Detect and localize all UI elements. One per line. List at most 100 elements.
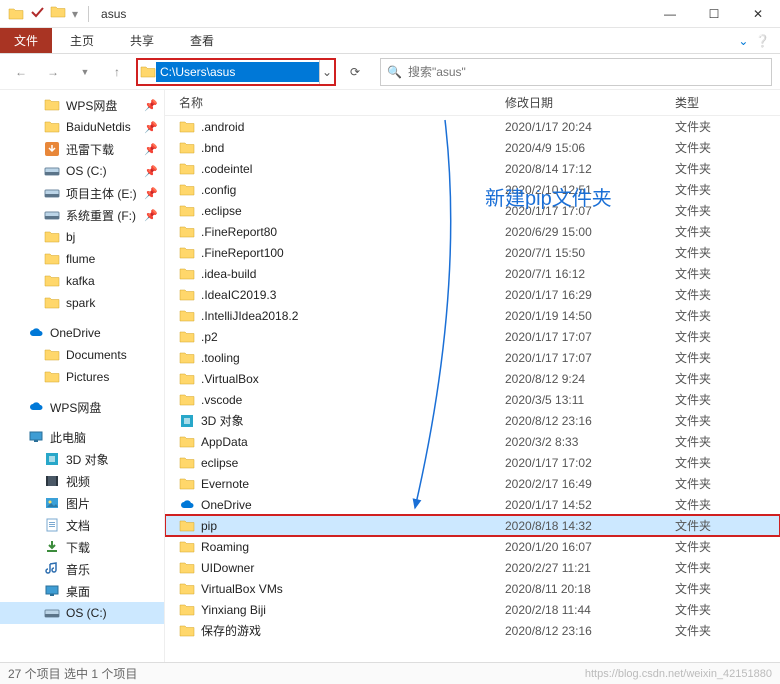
tab-share[interactable]: 共享 — [112, 28, 172, 53]
file-type: 文件夹 — [675, 412, 780, 429]
address-chevron-icon[interactable]: ⌄ — [319, 60, 334, 84]
minimize-button[interactable]: — — [648, 0, 692, 28]
file-date: 2020/8/18 14:32 — [505, 519, 675, 533]
sidebar-pc-item[interactable]: 3D 对象 — [0, 448, 164, 470]
ribbon-help-icon[interactable]: ⌄ ❔ — [728, 28, 780, 53]
pin-icon: 📌 — [144, 209, 158, 222]
qat-check-icon[interactable] — [30, 5, 44, 22]
refresh-button[interactable]: ⟳ — [342, 59, 368, 85]
col-name[interactable]: 名称 — [175, 94, 505, 111]
folder-icon — [44, 119, 60, 135]
file-row[interactable]: .IntelliJIdea2018.2 2020/1/19 14:50 文件夹 — [165, 305, 780, 326]
folder-icon — [179, 119, 195, 135]
sidebar-quick-item[interactable]: spark — [0, 292, 164, 314]
file-row[interactable]: .p2 2020/1/17 17:07 文件夹 — [165, 326, 780, 347]
address-bar[interactable]: ⌄ — [136, 58, 336, 86]
file-date: 2020/2/18 11:44 — [505, 603, 675, 617]
sidebar-pc-item[interactable]: 音乐 — [0, 558, 164, 580]
sidebar-quick-item[interactable]: OS (C:)📌 — [0, 160, 164, 182]
sidebar[interactable]: WPS网盘📌BaiduNetdis📌迅雷下载📌OS (C:)📌项目主体 (E:)… — [0, 90, 165, 662]
file-list[interactable]: .android 2020/1/17 20:24 文件夹 .bnd 2020/4… — [165, 116, 780, 662]
sidebar-onedrive[interactable]: OneDrive — [0, 322, 164, 344]
sidebar-thispc[interactable]: 此电脑 — [0, 426, 164, 448]
file-row[interactable]: 保存的游戏 2020/8/12 23:16 文件夹 — [165, 620, 780, 641]
search-input[interactable] — [408, 65, 765, 79]
sidebar-pc-item[interactable]: OS (C:) — [0, 602, 164, 624]
recent-dropdown[interactable]: ▼ — [72, 59, 98, 85]
file-type: 文件夹 — [675, 580, 780, 597]
sidebar-pc-item[interactable]: 文档 — [0, 514, 164, 536]
sidebar-quick-item[interactable]: BaiduNetdis📌 — [0, 116, 164, 138]
file-row[interactable]: .vscode 2020/3/5 13:11 文件夹 — [165, 389, 780, 410]
sidebar-onedrive-item[interactable]: Documents — [0, 344, 164, 366]
file-date: 2020/1/17 17:02 — [505, 456, 675, 470]
file-row[interactable]: 3D 对象 2020/8/12 23:16 文件夹 — [165, 410, 780, 431]
col-type[interactable]: 类型 — [675, 94, 780, 111]
file-row[interactable]: OneDrive 2020/1/17 14:52 文件夹 — [165, 494, 780, 515]
sidebar-quick-item[interactable]: WPS网盘📌 — [0, 94, 164, 116]
close-button[interactable]: ✕ — [736, 0, 780, 28]
qat-overflow-icon[interactable]: ▾ — [72, 7, 78, 21]
doc-icon — [44, 517, 60, 533]
folder-icon — [44, 273, 60, 289]
sidebar-item-label: 系统重置 (F:) — [66, 207, 136, 224]
file-row[interactable]: VirtualBox VMs 2020/8/11 20:18 文件夹 — [165, 578, 780, 599]
pin-icon: 📌 — [144, 165, 158, 178]
sidebar-quick-item[interactable]: flume — [0, 248, 164, 270]
col-date[interactable]: 修改日期 — [505, 94, 675, 111]
forward-button[interactable]: → — [40, 59, 66, 85]
maximize-button[interactable]: ☐ — [692, 0, 736, 28]
file-name: .codeintel — [201, 162, 252, 176]
file-type: 文件夹 — [675, 223, 780, 240]
file-row[interactable]: .config 2020/2/10 12:51 文件夹 — [165, 179, 780, 200]
file-row[interactable]: .eclipse 2020/1/17 17:07 文件夹 — [165, 200, 780, 221]
sidebar-pc-item[interactable]: 图片 — [0, 492, 164, 514]
file-row[interactable]: .android 2020/1/17 20:24 文件夹 — [165, 116, 780, 137]
sidebar-pc-item[interactable]: 下载 — [0, 536, 164, 558]
up-button[interactable]: ↑ — [104, 59, 130, 85]
file-row[interactable]: .tooling 2020/1/17 17:07 文件夹 — [165, 347, 780, 368]
file-row[interactable]: .FineReport100 2020/7/1 15:50 文件夹 — [165, 242, 780, 263]
sidebar-pc-item[interactable]: 视频 — [0, 470, 164, 492]
file-name: VirtualBox VMs — [201, 582, 283, 596]
tab-home[interactable]: 主页 — [52, 28, 112, 53]
file-row[interactable]: pip 2020/8/18 14:32 文件夹 — [165, 515, 780, 536]
sidebar-quick-item[interactable]: 迅雷下载📌 — [0, 138, 164, 160]
file-row[interactable]: Evernote 2020/2/17 16:49 文件夹 — [165, 473, 780, 494]
file-row[interactable]: .VirtualBox 2020/8/12 9:24 文件夹 — [165, 368, 780, 389]
search-icon: 🔍 — [387, 65, 402, 79]
sidebar-quick-item[interactable]: 系统重置 (F:) 📌 — [0, 204, 164, 226]
file-date: 2020/1/19 14:50 — [505, 309, 675, 323]
file-name: .p2 — [201, 330, 218, 344]
sidebar-quick-item[interactable]: kafka — [0, 270, 164, 292]
file-row[interactable]: .FineReport80 2020/6/29 15:00 文件夹 — [165, 221, 780, 242]
qat-folder-icon[interactable] — [50, 4, 66, 23]
back-button[interactable]: ← — [8, 59, 34, 85]
file-row[interactable]: Yinxiang Biji 2020/2/18 11:44 文件夹 — [165, 599, 780, 620]
search-box[interactable]: 🔍 — [380, 58, 772, 86]
sidebar-pc-item[interactable]: 桌面 — [0, 580, 164, 602]
sidebar-quick-item[interactable]: 项目主体 (E:)📌 — [0, 182, 164, 204]
file-row[interactable]: Roaming 2020/1/20 16:07 文件夹 — [165, 536, 780, 557]
sidebar-wps[interactable]: WPS网盘 — [0, 396, 164, 418]
file-row[interactable]: UIDowner 2020/2/27 11:21 文件夹 — [165, 557, 780, 578]
address-input[interactable] — [156, 62, 319, 82]
drive-icon — [44, 605, 60, 621]
file-row[interactable]: .bnd 2020/4/9 15:06 文件夹 — [165, 137, 780, 158]
file-row[interactable]: AppData 2020/3/2 8:33 文件夹 — [165, 431, 780, 452]
file-row[interactable]: .idea-build 2020/7/1 16:12 文件夹 — [165, 263, 780, 284]
pin-icon: 📌 — [144, 187, 158, 200]
status-bar: 27 个项目 选中 1 个项目 https://blog.csdn.net/we… — [0, 662, 780, 684]
tab-view[interactable]: 查看 — [172, 28, 232, 53]
file-date: 2020/8/14 17:12 — [505, 162, 675, 176]
sidebar-quick-item[interactable]: bj — [0, 226, 164, 248]
column-header[interactable]: 名称 修改日期 类型 — [165, 90, 780, 116]
folder-icon — [179, 140, 195, 156]
content-pane: 名称 修改日期 类型 .android 2020/1/17 20:24 文件夹 … — [165, 90, 780, 662]
sidebar-onedrive-item[interactable]: Pictures — [0, 366, 164, 388]
file-row[interactable]: .codeintel 2020/8/14 17:12 文件夹 — [165, 158, 780, 179]
file-row[interactable]: eclipse 2020/1/17 17:02 文件夹 — [165, 452, 780, 473]
tab-file[interactable]: 文件 — [0, 28, 52, 53]
file-row[interactable]: .IdeaIC2019.3 2020/1/17 16:29 文件夹 — [165, 284, 780, 305]
file-date: 2020/1/17 20:24 — [505, 120, 675, 134]
